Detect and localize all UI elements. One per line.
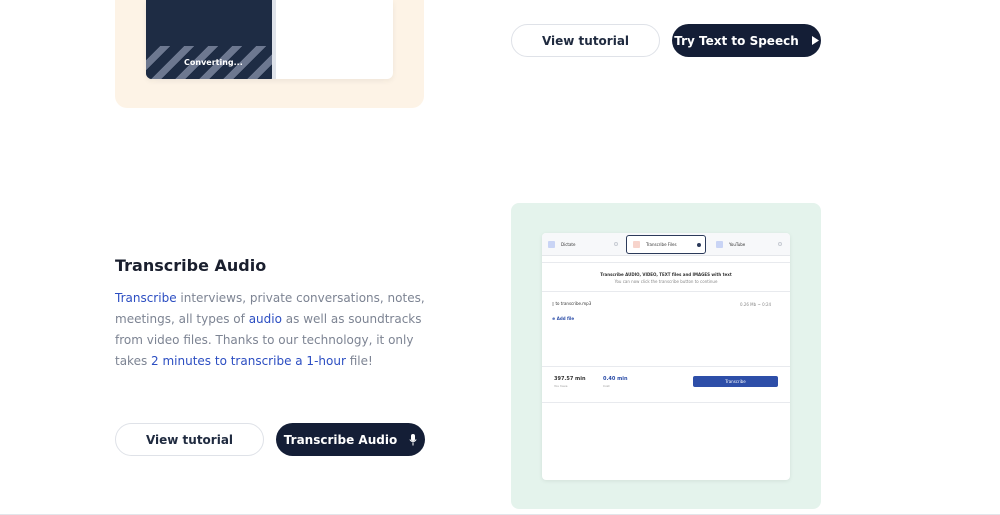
view-tutorial-button[interactable]: View tutorial — [511, 24, 660, 57]
preview-tab-bar: Dictate Transcribe Files YouTube — [542, 233, 790, 256]
youtube-icon — [716, 241, 723, 248]
preview-divider — [542, 291, 790, 292]
preview-transcribe-button: Transcribe — [693, 376, 778, 387]
cost-label: Cost — [603, 384, 610, 388]
file-row: ▯ to transcribe.mp3 — [552, 301, 591, 306]
preview-subheading: You can now click the transcribe button … — [614, 279, 718, 284]
section-description: Transcribe interviews, private conversat… — [115, 288, 430, 372]
transcribe-audio-label: Transcribe Audio — [283, 432, 398, 447]
view-tutorial-button-2[interactable]: View tutorial — [115, 423, 264, 456]
microphone-icon — [548, 241, 555, 248]
app-preview-screenshot: Dictate Transcribe Files YouTube Transcr… — [542, 233, 790, 480]
view-tutorial-label: View tutorial — [145, 432, 234, 447]
section-title: Transcribe Audio — [115, 256, 267, 275]
preview-tab-label: YouTube — [729, 242, 746, 247]
add-file-link: ⊕ Add file — [552, 316, 574, 321]
highlight-audio: audio — [248, 312, 282, 326]
preview-divider — [542, 262, 790, 263]
converter-preview-image: Converting... — [146, 0, 393, 79]
radio-dot — [614, 242, 618, 246]
preview-heading: Transcribe AUDIO, VIDEO, TEXT files and … — [600, 272, 732, 277]
preview-divider — [542, 366, 790, 367]
minutes-left-label: You have — [554, 384, 568, 388]
highlight-transcribe: Transcribe — [115, 291, 177, 305]
file-icon — [633, 241, 640, 248]
preview-tab-dictate: Dictate — [548, 235, 620, 254]
add-file-label: Add file — [556, 316, 575, 321]
preview-divider — [542, 402, 790, 403]
try-text-to-speech-label: Try Text to Speech — [674, 33, 799, 48]
minutes-left-value: 397.57 min — [554, 376, 586, 382]
file-icon: ▯ — [552, 301, 555, 306]
converting-status: Converting... — [184, 58, 243, 67]
file-meta: 0.26 Mb ~ 0:24 — [740, 302, 772, 307]
view-tutorial-label: View tutorial — [541, 33, 630, 48]
description-text-3: file! — [345, 354, 373, 368]
preview-tab-transcribe-files: Transcribe Files — [626, 235, 706, 254]
transcribe-preview-card: Dictate Transcribe Files YouTube Transcr… — [511, 203, 821, 509]
plus-icon: ⊕ — [552, 316, 556, 321]
cost-value: 0.40 min — [603, 376, 628, 382]
transcribe-audio-button[interactable]: Transcribe Audio — [276, 423, 425, 456]
microphone-icon — [409, 433, 417, 445]
preview-divider — [272, 0, 276, 79]
file-name: to transcribe.mp3 — [555, 301, 592, 306]
preview-transcribe-label: Transcribe — [725, 379, 746, 384]
preview-tab-youtube: YouTube — [716, 235, 786, 254]
play-icon — [811, 36, 819, 45]
radio-dot — [778, 242, 782, 246]
radio-dot-selected — [697, 243, 701, 247]
preview-tab-label: Dictate — [561, 242, 576, 247]
try-text-to-speech-button[interactable]: Try Text to Speech — [672, 24, 821, 57]
preview-tab-label: Transcribe Files — [646, 242, 677, 247]
highlight-duration: 2 minutes to transcribe a 1-hour — [151, 354, 346, 368]
